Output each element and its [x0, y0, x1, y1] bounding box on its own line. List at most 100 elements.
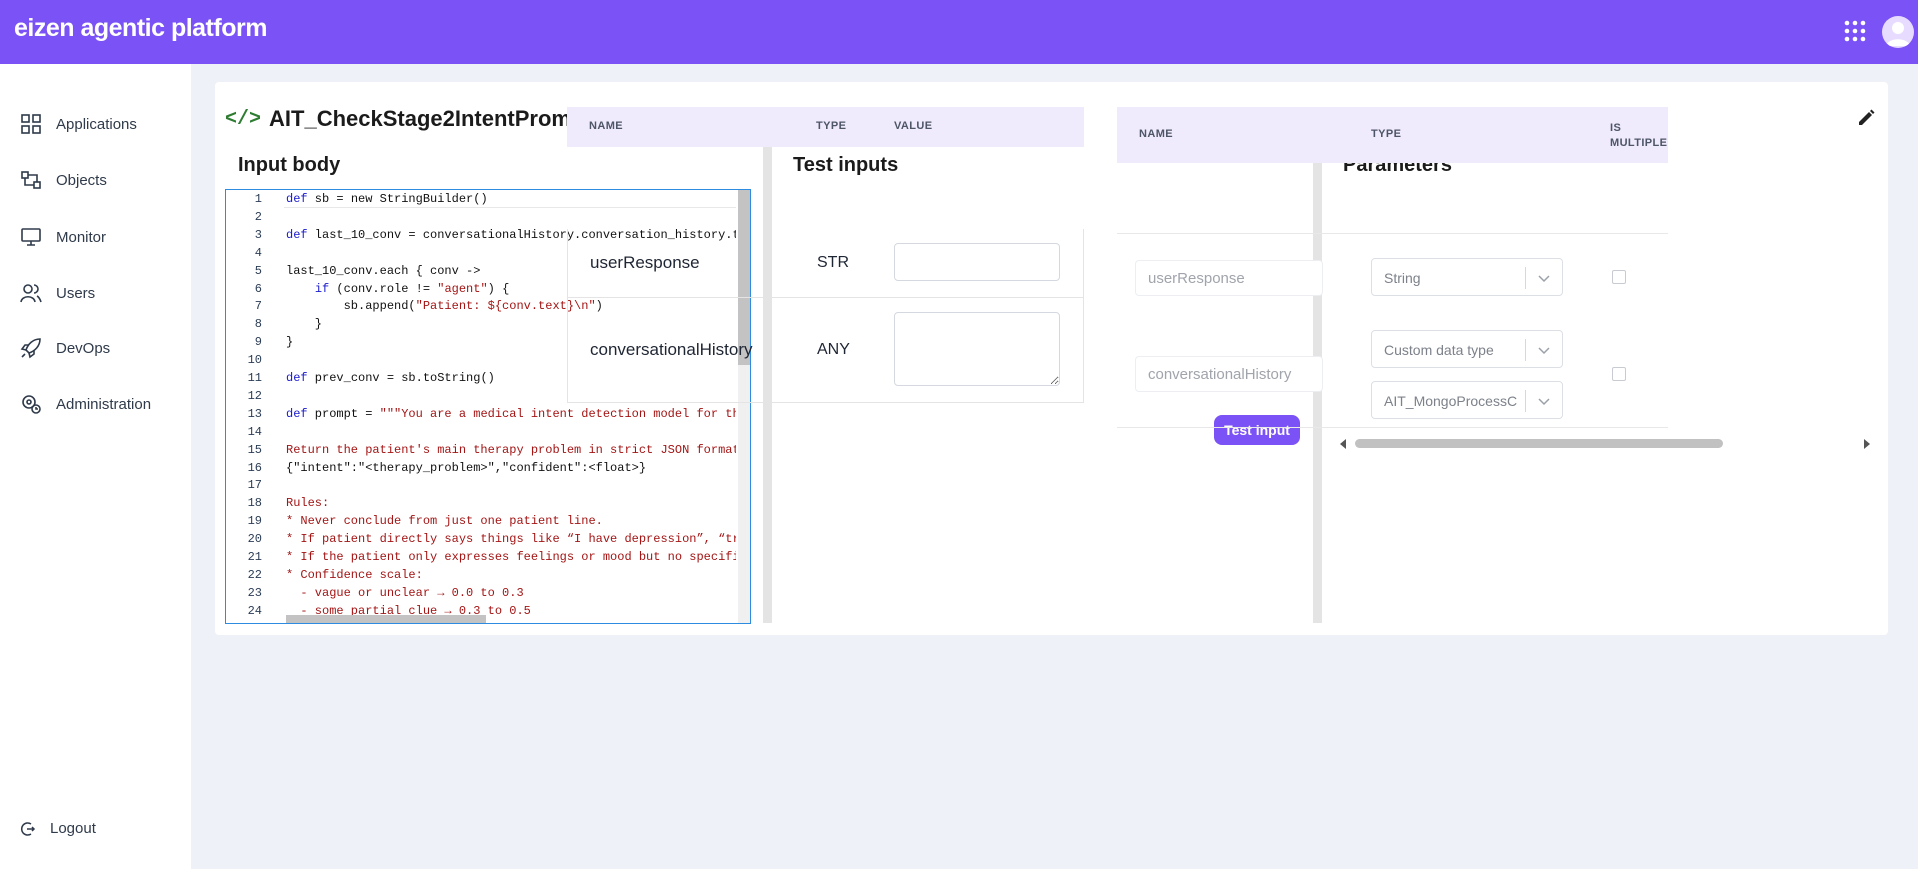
line-number: 4	[254, 245, 262, 260]
code-line[interactable]: 23 - vague or unclear → 0.0 to 0.3	[226, 586, 736, 604]
code-text: * Confidence scale:	[286, 568, 423, 582]
code-text: * Never conclude from just one patient l…	[286, 514, 603, 528]
code-text: {"intent":"<therapy_problem>","confident…	[286, 461, 646, 475]
current-line-highlight	[284, 207, 736, 208]
code-icon: </>	[225, 107, 262, 131]
code-token: {"intent":"<therapy_problem>","confident…	[286, 460, 647, 475]
sidebar-item-label: Objects	[56, 171, 107, 189]
chevron-down-icon	[1538, 398, 1550, 406]
code-line[interactable]: 16 {"intent":"<therapy_problem>","confide…	[226, 461, 736, 479]
code-line[interactable]: 19 * Never conclude from just one patient…	[226, 514, 736, 532]
code-line[interactable]: 17	[226, 478, 736, 496]
column-header: NAME	[589, 120, 623, 132]
column-header: TYPE	[1371, 128, 1402, 140]
monitor-icon	[21, 228, 41, 246]
parameters-horizontal-scrollbar[interactable]	[1337, 435, 1877, 453]
code-text: Return the patient's main therapy proble…	[286, 443, 736, 457]
line-number: 16	[247, 460, 262, 475]
brand-logo[interactable]: eizen agentic platform	[14, 14, 267, 43]
rocket-icon	[20, 338, 41, 359]
code-line[interactable]: 20 * If patient directly says things like…	[226, 532, 736, 550]
sidebar-item-label: Monitor	[56, 228, 107, 246]
line-number: 2	[254, 209, 262, 224]
line-number: 5	[254, 263, 262, 278]
edit-icon[interactable]	[1856, 108, 1876, 128]
is-multiple-checkbox[interactable]	[1612, 367, 1626, 381]
code-token: }	[286, 335, 294, 350]
test-inputs-header: NAME TYPE VALUE	[567, 107, 1084, 147]
code-text: last_10_conv.each { conv ->	[286, 264, 480, 278]
select-separator	[1525, 390, 1526, 412]
sidebar-item-administration[interactable]: Administration	[20, 389, 151, 419]
logout-icon	[21, 821, 36, 836]
code-text: def prev_conv = sb.toString()	[286, 371, 495, 385]
conversational-history-value-input[interactable]	[894, 312, 1060, 386]
code-token: }	[286, 317, 323, 332]
code-text: if (conv.role != "agent") {	[286, 282, 509, 296]
test-inputs-title: Test inputs	[793, 154, 899, 176]
code-line[interactable]: 15 Return the patient's main therapy prob…	[226, 443, 736, 461]
scroll-right-icon[interactable]	[1861, 435, 1873, 453]
user-response-value-input[interactable]	[894, 243, 1060, 281]
sidebar-item-applications[interactable]: Applications	[20, 109, 137, 139]
line-number: 22	[247, 567, 262, 582]
input-body-title: Input body	[238, 154, 341, 176]
sidebar-item-label: Users	[56, 284, 96, 302]
code-token: sb.append(	[286, 299, 416, 314]
code-token: * Never conclude from just one patient l…	[286, 514, 603, 529]
code-token: def	[286, 371, 308, 385]
code-line[interactable]: 22 * Confidence scale:	[226, 568, 736, 586]
input-name: userResponse	[590, 253, 700, 272]
param-subtype-select[interactable]: AIT_MongoProcessC	[1371, 381, 1563, 419]
top-bar: eizen agentic platform	[0, 0, 1918, 64]
code-token: (conv.role !=	[329, 281, 438, 296]
line-number: 20	[247, 532, 262, 547]
parameters-scroll-thumb[interactable]	[1355, 439, 1723, 448]
code-line[interactable]: 18 Rules:	[226, 496, 736, 514]
code-text: * If the patient only expresses feelings…	[286, 550, 736, 564]
select-value: AIT_MongoProcessC	[1384, 393, 1518, 409]
grid-icon	[21, 114, 41, 134]
logout-button[interactable]: Logout	[20, 820, 96, 837]
code-token: prompt =	[307, 406, 380, 421]
user-avatar-icon	[1886, 22, 1910, 46]
code-text: def prompt = """You are a medical intent…	[286, 407, 736, 421]
line-number: 1	[254, 192, 262, 206]
code-token: def	[286, 192, 308, 206]
chevron-down-icon	[1538, 347, 1550, 355]
sidebar-item-label: Administration	[56, 395, 152, 413]
editor-horizontal-scroll-thumb[interactable]	[286, 615, 486, 623]
sidebar-item-devops[interactable]: DevOps	[20, 333, 110, 363]
page-header: </> AIT_CheckStage2IntentPrompt	[225, 106, 592, 132]
code-text: Rules:	[286, 496, 329, 510]
code-token: "agent"	[437, 281, 488, 296]
param-name-input[interactable]	[1135, 356, 1323, 392]
param-type-select[interactable]: Custom data type	[1371, 330, 1563, 368]
sidebar-item-monitor[interactable]: Monitor	[20, 222, 106, 252]
input-name: conversationalHistory	[590, 340, 753, 359]
page-title: AIT_CheckStage2IntentPrompt	[269, 106, 592, 131]
code-token: def	[286, 406, 308, 421]
line-number: 11	[247, 371, 262, 385]
input-type: ANY	[817, 341, 850, 358]
apps-grid-icon[interactable]	[1844, 20, 1866, 42]
code-token: - vague or unclear → 0.0 to 0.3	[286, 585, 524, 600]
code-line[interactable]: 13 def prompt = """You are a medical inte…	[226, 407, 736, 425]
code-token: * If the patient only expresses feelings…	[286, 550, 736, 564]
users-icon	[20, 284, 42, 303]
code-line[interactable]: 2	[226, 210, 736, 228]
code-token: """You are a medical intent detection mo…	[379, 406, 736, 421]
sidebar-item-objects[interactable]: Objects	[20, 165, 107, 195]
code-token: last_10_conv.each { conv ->	[286, 263, 481, 278]
line-number: 19	[247, 514, 262, 529]
table-row: Custom data type AIT_MongoProcessC	[1117, 234, 1668, 428]
line-number: 18	[247, 496, 262, 511]
code-line[interactable]: 14	[226, 425, 736, 443]
code-line[interactable]: 21 * If the patient only expresses feelin…	[226, 550, 736, 568]
scroll-left-icon[interactable]	[1337, 435, 1349, 453]
line-number: 13	[247, 406, 262, 421]
admin-icon	[22, 395, 41, 414]
sidebar-item-users[interactable]: Users	[20, 278, 95, 308]
user-avatar[interactable]	[1882, 16, 1914, 48]
